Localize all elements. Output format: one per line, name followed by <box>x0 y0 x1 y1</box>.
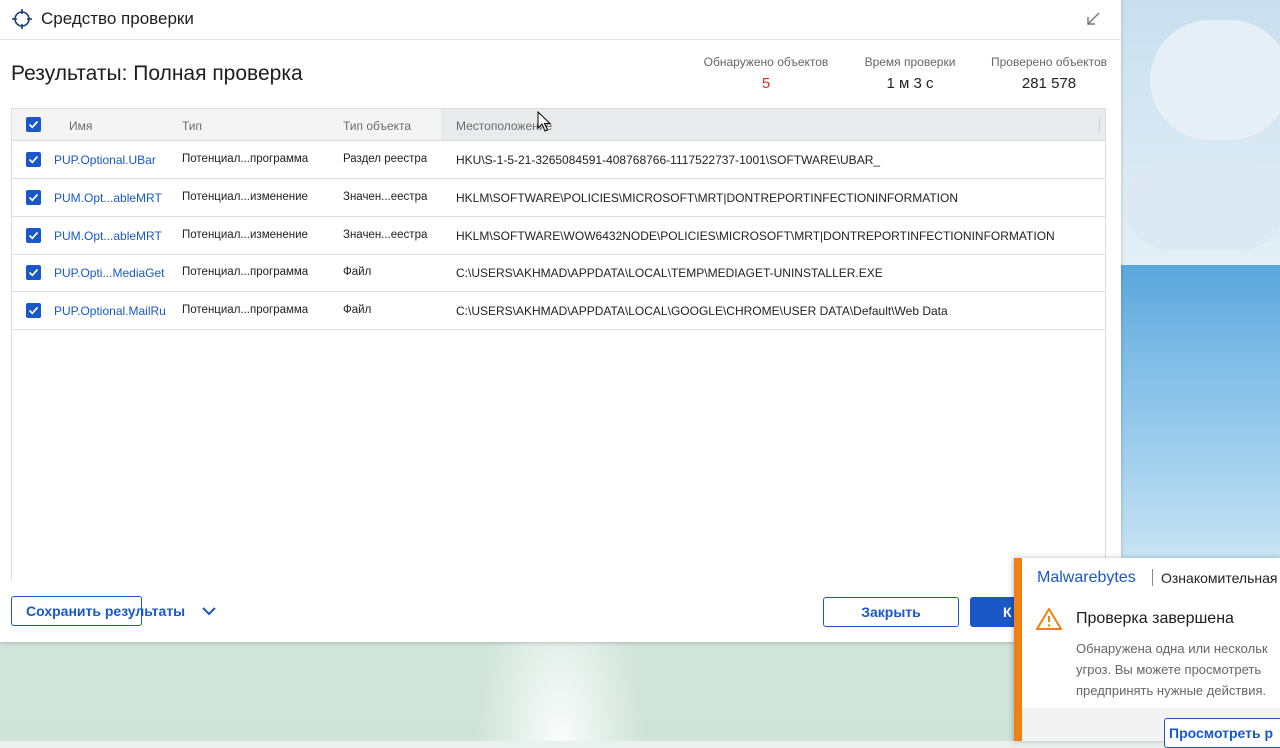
column-header-name[interactable]: Имя <box>69 119 92 133</box>
notification-body-line: Обнаружена одна или нескольк <box>1076 641 1268 656</box>
page-title: Результаты: Полная проверка <box>11 62 303 85</box>
wallpaper-cloud <box>1150 20 1280 140</box>
threat-name-link[interactable]: PUM.Opt...ableMRT <box>54 191 162 205</box>
notification-body-line: угроз. Вы можете просмотреть <box>1076 662 1262 677</box>
row-checkbox[interactable] <box>26 190 41 205</box>
save-results-button[interactable]: Сохранить результаты <box>11 596 185 626</box>
notification-body: Обнаружена одна или нескольк угроз. Вы м… <box>1076 638 1280 701</box>
stat-label: Время проверки <box>864 55 956 69</box>
object-location: C:\USERS\AKHMAD\APPDATA\LOCAL\GOOGLE\CHR… <box>456 304 948 318</box>
object-location: C:\USERS\AKHMAD\APPDATA\LOCAL\TEMP\MEDIA… <box>456 266 883 280</box>
window-title: Средство проверки <box>41 9 194 28</box>
object-type: Раздел реестра <box>343 153 428 165</box>
edition-label: Ознакомительная <box>1161 570 1278 586</box>
stat-checked: Проверено объектов 281 578 <box>990 55 1108 92</box>
row-checkbox[interactable] <box>26 228 41 243</box>
table-row[interactable]: PUP.Opti...MediaGet Потенциал...программ… <box>12 254 1105 292</box>
threat-type: Потенциал...изменение <box>182 191 308 203</box>
object-type: Значен...еестра <box>343 229 428 241</box>
row-checkbox[interactable] <box>26 265 41 280</box>
object-type: Файл <box>343 304 372 316</box>
threat-type: Потенциал...программа <box>182 304 309 316</box>
title-bar: Средство проверки <box>0 0 1121 40</box>
warning-icon <box>1036 608 1062 630</box>
table-row[interactable]: PUP.Optional.UBar Потенциал...программа … <box>12 141 1105 179</box>
column-divider[interactable] <box>1099 117 1100 132</box>
notification-body-line: предпринять нужные действия. <box>1076 683 1267 698</box>
threat-type: Потенциал...программа <box>182 266 309 278</box>
threat-type: Потенциал...программа <box>182 153 309 165</box>
object-type: Значен...еестра <box>343 191 428 203</box>
row-checkbox[interactable] <box>26 152 41 167</box>
stat-value: 1 м 3 с <box>886 75 934 92</box>
threat-name-link[interactable]: PUP.Opti...MediaGet <box>54 266 165 280</box>
restore-window-icon[interactable] <box>1084 10 1102 28</box>
table-row[interactable]: PUM.Opt...ableMRT Потенциал...изменение … <box>12 217 1105 255</box>
threat-name-link[interactable]: PUP.Optional.UBar <box>54 153 156 167</box>
divider <box>1152 569 1153 586</box>
scan-complete-notification[interactable]: Malwarebytes Ознакомительная Проверка за… <box>1014 558 1280 748</box>
crosshair-icon <box>12 9 32 29</box>
stat-value: 5 <box>761 75 771 92</box>
mouse-cursor-icon <box>537 111 552 132</box>
view-results-button[interactable]: Просмотреть р <box>1164 718 1280 748</box>
brand-logo: Malwarebytes <box>1037 569 1136 586</box>
stat-label: Проверено объектов <box>991 55 1107 69</box>
wallpaper-sea <box>1121 265 1280 560</box>
column-header-object-type[interactable]: Тип объекта <box>343 119 411 133</box>
threat-name-link[interactable]: PUM.Opt...ableMRT <box>54 229 162 243</box>
stat-detected: Обнаружено объектов 5 <box>700 55 832 92</box>
row-checkbox[interactable] <box>26 303 41 318</box>
stat-label: Обнаружено объектов <box>703 55 829 69</box>
object-location: HKLM\SOFTWARE\POLICIES\MICROSOFT\MRT|DON… <box>456 191 959 205</box>
stat-scan-time: Время проверки 1 м 3 с <box>855 55 965 92</box>
wallpaper-cloud <box>1125 160 1280 250</box>
close-button[interactable]: Закрыть <box>823 597 959 627</box>
notification-heading: Проверка завершена <box>1076 610 1234 627</box>
object-location: HKLM\SOFTWARE\WOW6432NODE\POLICIES\MICRO… <box>456 229 1055 243</box>
object-type: Файл <box>343 266 372 278</box>
object-location: HKU\S-1-5-21-3265084591-408768766-111752… <box>456 153 881 167</box>
threat-name-link[interactable]: PUP.Optional.MailRu <box>54 304 166 318</box>
table-row[interactable]: PUM.Opt...ableMRT Потенциал...изменение … <box>12 179 1105 217</box>
stat-value: 281 578 <box>1021 75 1077 92</box>
table-header: Имя Тип Тип объекта Местоположение <box>12 109 1105 141</box>
notification-accent-bar <box>1014 558 1022 741</box>
table-row[interactable]: PUP.Optional.MailRu Потенциал...программ… <box>12 292 1105 330</box>
column-header-type[interactable]: Тип <box>182 119 202 133</box>
threat-type: Потенциал...изменение <box>182 229 308 241</box>
select-all-checkbox[interactable] <box>26 117 41 132</box>
results-table: Имя Тип Тип объекта Местоположение PUP.O… <box>11 108 1106 580</box>
chevron-down-icon[interactable] <box>201 603 217 619</box>
scan-results-window: Средство проверки Результаты: Полная про… <box>0 0 1121 642</box>
